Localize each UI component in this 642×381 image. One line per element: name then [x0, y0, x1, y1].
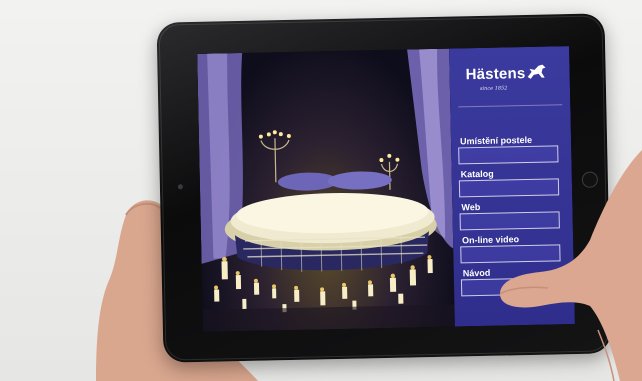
right-hand [499, 150, 642, 381]
